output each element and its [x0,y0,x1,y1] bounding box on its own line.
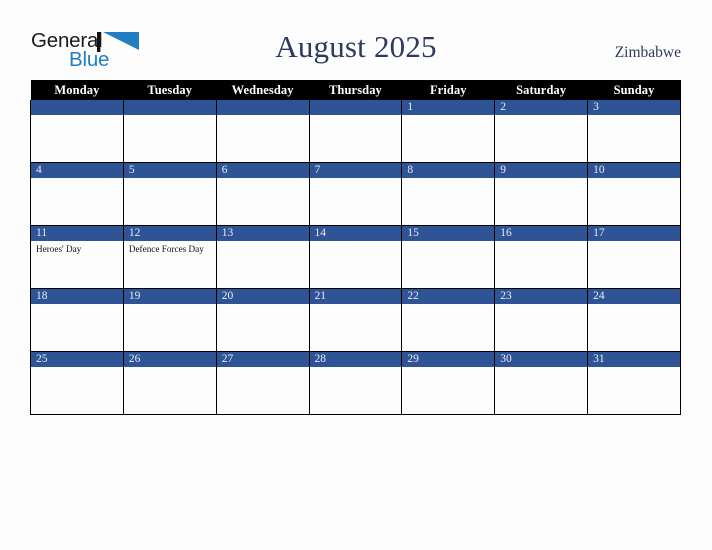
calendar-day-cell[interactable]: 20 [215,288,310,352]
day-number: 10 [588,163,680,178]
calendar-day-cell[interactable]: 11 Heroes' Day [30,225,124,289]
day-number: 18 [31,289,123,304]
day-number: 5 [123,163,216,178]
calendar-empty-cell [122,100,217,163]
calendar-day-cell[interactable]: 10 [587,162,681,226]
calendar-empty-cell [30,100,124,163]
day-number: 7 [309,163,402,178]
calendar-grid: Monday Tuesday Wednesday Thursday Friday Satu… [30,80,681,415]
calendar-empty-cell [215,100,310,163]
day-number: 21 [309,289,402,304]
calendar-day-cell[interactable]: 25 [30,351,124,415]
calendar-day-cell[interactable]: 24 [587,288,681,352]
day-number: 12 [123,226,216,241]
calendar-day-cell[interactable]: 30 [494,351,589,415]
day-number [123,100,216,115]
day-number: 1 [402,100,495,115]
weekday-header-monday: Monday [30,80,124,100]
weekday-header-friday: Friday [401,80,495,100]
day-number [216,100,309,115]
day-number: 28 [309,352,402,367]
calendar-day-cell[interactable]: 14 [308,225,403,289]
calendar-day-cell[interactable]: 16 [494,225,589,289]
calendar-day-cell[interactable]: 2 [494,100,589,163]
country-label: Zimbabwe [614,44,681,61]
day-number: 11 [31,226,123,241]
day-number: 6 [216,163,309,178]
day-number: 3 [588,100,680,115]
day-number: 20 [216,289,309,304]
weekday-header-wednesday: Wednesday [216,80,310,100]
calendar-page: General Blue August 2025 Zimbabwe Monday… [0,0,712,550]
calendar-day-cell[interactable]: 8 [401,162,496,226]
day-number: 15 [402,226,495,241]
calendar-week-row: 25 26 27 28 29 30 31 [30,351,681,415]
day-number: 22 [402,289,495,304]
day-number: 30 [495,352,588,367]
calendar-day-cell[interactable]: 7 [308,162,403,226]
calendar-day-cell[interactable]: 4 [30,162,124,226]
day-number: 8 [402,163,495,178]
holiday-label: Defence Forces Day [128,244,204,254]
day-number: 2 [495,100,588,115]
calendar-empty-cell [308,100,403,163]
page-header: General Blue August 2025 Zimbabwe [0,0,712,78]
calendar-day-cell[interactable]: 26 [122,351,217,415]
day-number: 19 [123,289,216,304]
calendar-day-cell[interactable]: 18 [30,288,124,352]
calendar-day-cell[interactable]: 28 [308,351,403,415]
calendar-day-cell[interactable]: 1 [401,100,496,163]
calendar-day-cell[interactable]: 15 [401,225,496,289]
day-number: 9 [495,163,588,178]
day-number [31,100,123,115]
day-number: 29 [402,352,495,367]
day-number [309,100,402,115]
calendar-day-cell[interactable]: 22 [401,288,496,352]
calendar-day-cell[interactable]: 29 [401,351,496,415]
calendar-day-cell[interactable]: 12 Defence Forces Day [122,225,217,289]
calendar-day-cell[interactable]: 17 [587,225,681,289]
calendar-week-row: 11 Heroes' Day 12 Defence Forces Day 13 14 15 1… [30,225,681,289]
calendar-day-cell[interactable]: 31 [587,351,681,415]
day-number: 4 [31,163,123,178]
calendar-day-cell[interactable]: 23 [494,288,589,352]
day-number: 16 [495,226,588,241]
holiday-label: Heroes' Day [36,244,82,254]
calendar-body: 1 2 3 4 5 6 7 8 9 10 11 Heroes' Day 12 Defence Forces… [30,100,681,415]
day-events: Heroes' Day [31,241,123,255]
calendar-day-cell[interactable]: 3 [587,100,681,163]
calendar-day-cell[interactable]: 21 [308,288,403,352]
calendar-weekday-header: Monday Tuesday Wednesday Thursday Friday Satu… [30,80,681,100]
day-number: 27 [216,352,309,367]
day-number: 24 [588,289,680,304]
day-number: 25 [31,352,123,367]
calendar-day-cell[interactable]: 27 [215,351,310,415]
calendar-day-cell[interactable]: 13 [215,225,310,289]
day-number: 13 [216,226,309,241]
weekday-header-thursday: Thursday [309,80,402,100]
calendar-week-row: 4 5 6 7 8 9 10 [30,162,681,226]
weekday-header-saturday: Saturday [494,80,588,100]
calendar-day-cell[interactable]: 5 [122,162,217,226]
day-events: Defence Forces Day [124,241,216,255]
calendar-day-cell[interactable]: 6 [215,162,310,226]
day-number: 26 [123,352,216,367]
page-title: August 2025 [275,29,437,64]
calendar-week-row: 18 19 20 21 22 23 24 [30,288,681,352]
weekday-header-row: Monday Tuesday Wednesday Thursday Friday Satu… [30,80,681,100]
calendar-day-cell[interactable]: 19 [122,288,217,352]
day-number: 31 [588,352,680,367]
day-number: 23 [495,289,588,304]
calendar-week-row: 123 [30,100,681,163]
day-number: 17 [588,226,680,241]
calendar-day-cell[interactable]: 9 [494,162,589,226]
weekday-header-tuesday: Tuesday [123,80,217,100]
day-number: 14 [309,226,402,241]
weekday-header-sunday: Sunday [587,80,681,100]
